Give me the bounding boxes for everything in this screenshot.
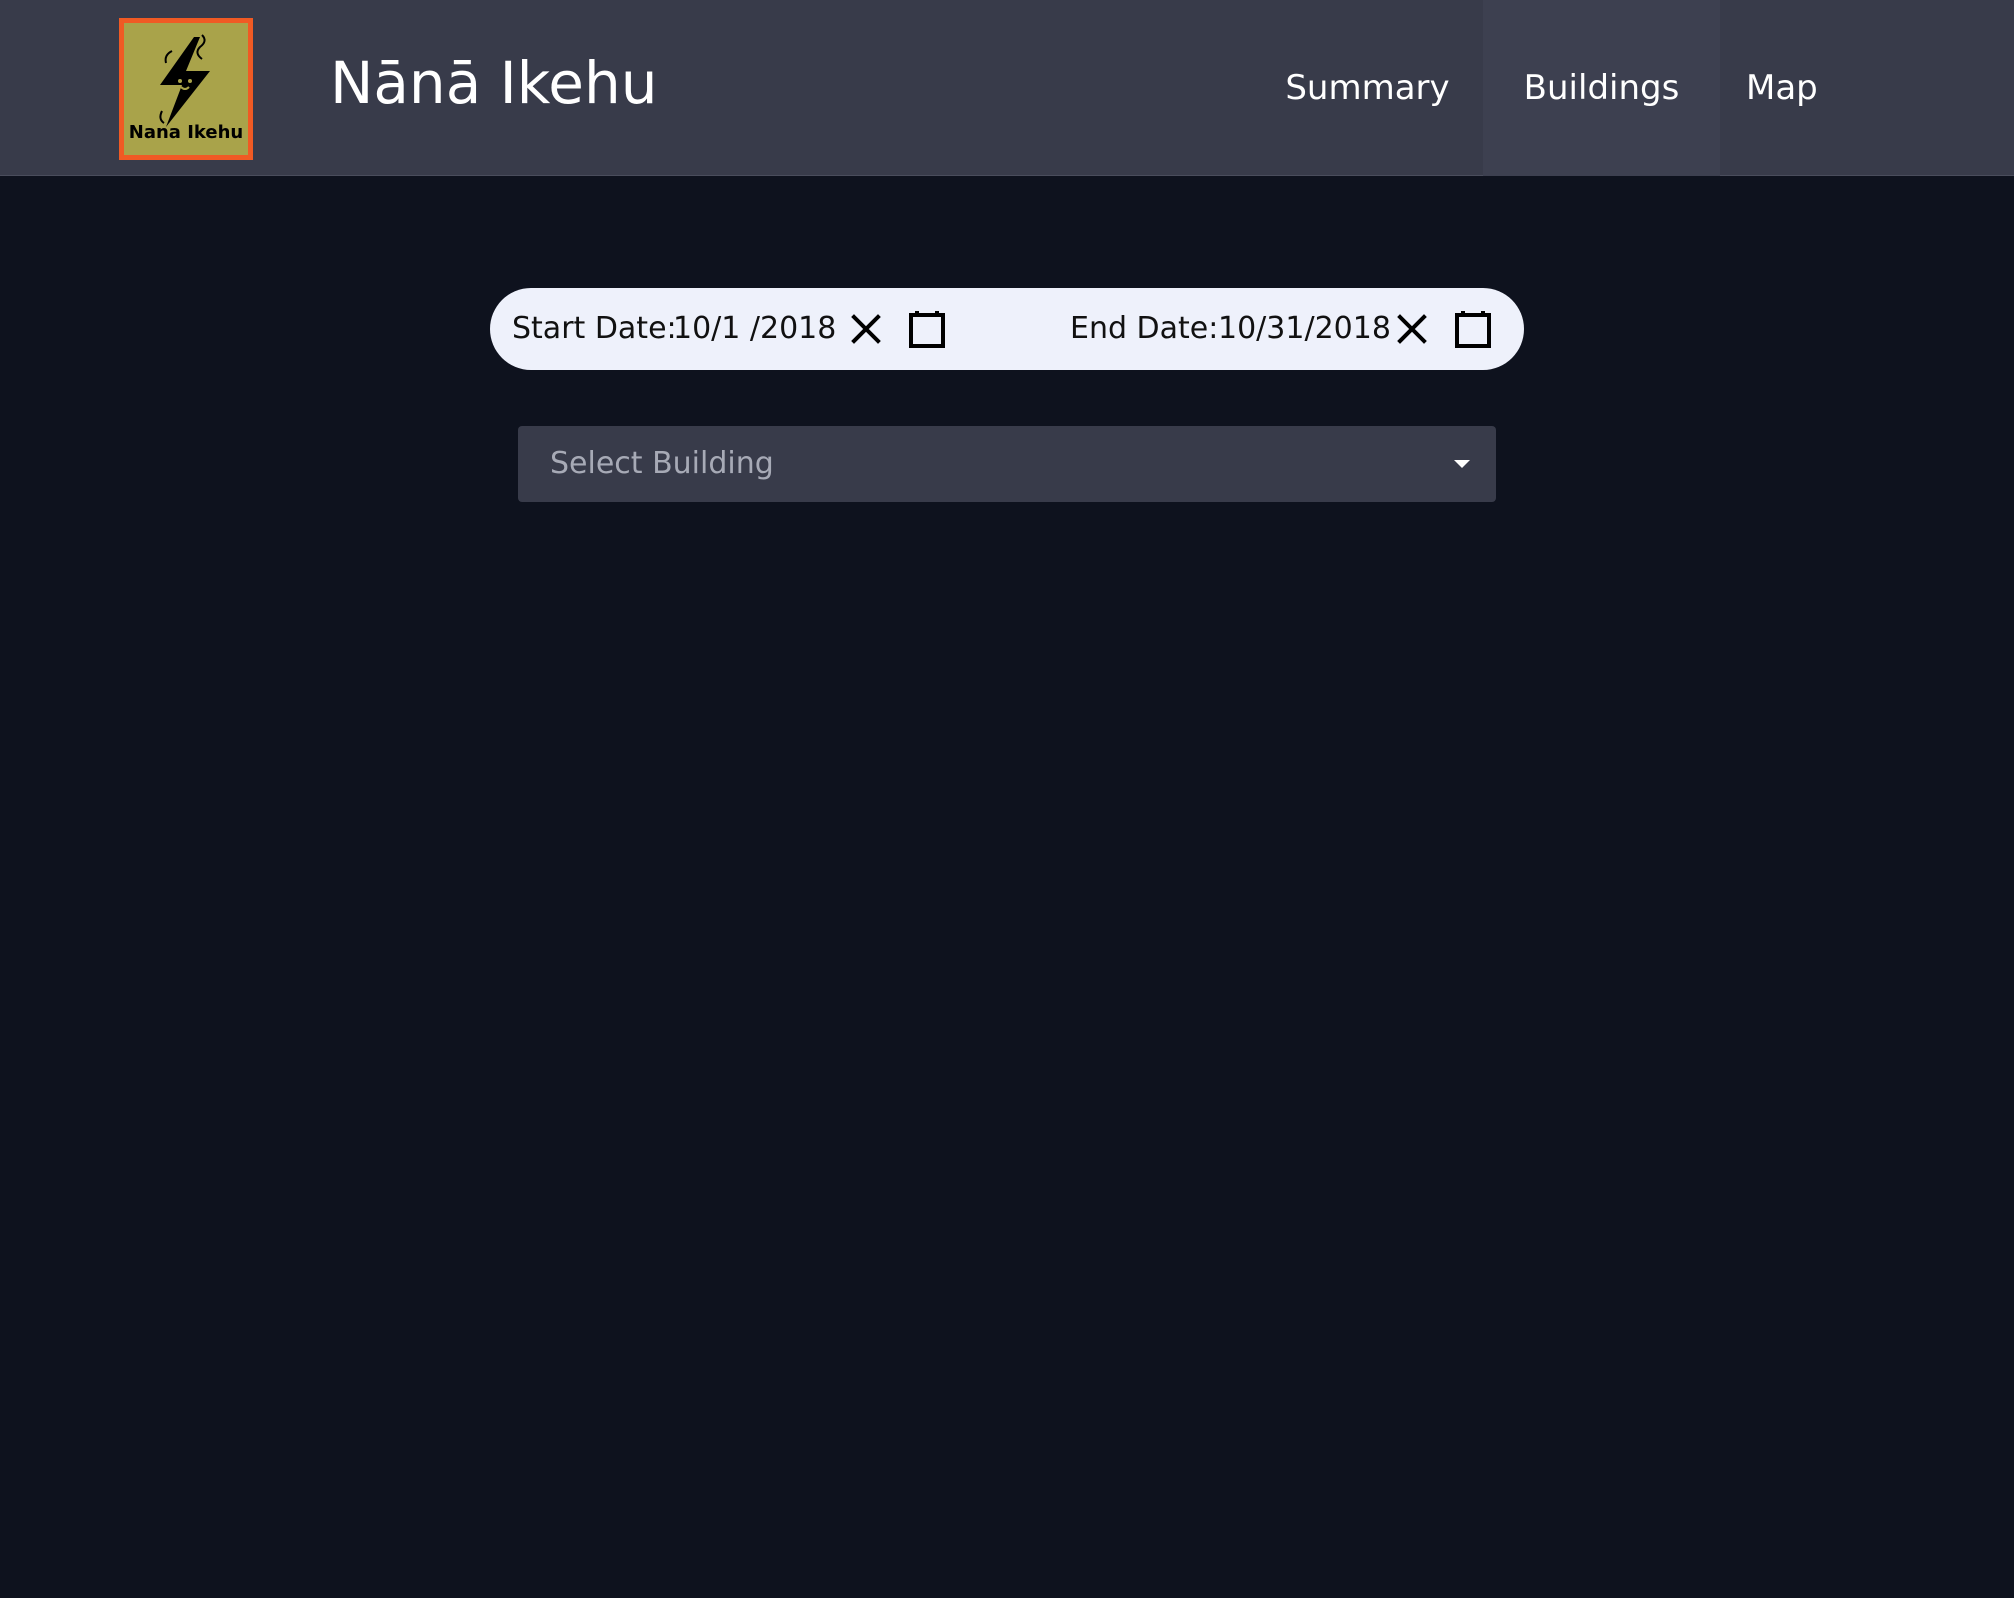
top-navbar: Nana Ikehu Nānā Ikehu Summary Buildings …	[0, 0, 2014, 176]
logo-wordmark: Nana Ikehu	[128, 122, 244, 143]
start-date-input[interactable]: 10/1 /2018	[673, 288, 836, 370]
app-logo[interactable]: Nana Ikehu	[119, 18, 253, 160]
start-date-calendar-button[interactable]	[906, 308, 948, 350]
logo-badge: Nana Ikehu	[124, 23, 248, 155]
page: Nana Ikehu Nānā Ikehu Summary Buildings …	[0, 0, 2014, 1598]
nav-map[interactable]: Map	[1720, 0, 1882, 176]
nav-summary[interactable]: Summary	[1242, 0, 1483, 176]
caret-down-icon	[1454, 460, 1470, 468]
date-range-picker: Start Date: 10/1 /2018 End Date: 10/31/2…	[490, 288, 1524, 370]
end-date-calendar-button[interactable]	[1452, 308, 1494, 350]
start-date-clear-button[interactable]	[845, 308, 887, 350]
close-icon	[851, 314, 881, 344]
building-select[interactable]: Select Building	[518, 426, 1496, 502]
close-icon	[1397, 314, 1427, 344]
calendar-icon	[909, 311, 945, 348]
calendar-icon	[1455, 311, 1491, 348]
nav-buildings[interactable]: Buildings	[1483, 0, 1720, 176]
app-title: Nānā Ikehu	[330, 49, 658, 117]
start-date-label: Start Date:	[512, 311, 677, 346]
building-select-placeholder: Select Building	[550, 446, 774, 481]
end-date-clear-button[interactable]	[1391, 308, 1433, 350]
end-date-label: End Date:	[1070, 311, 1219, 346]
end-date-input[interactable]: 10/31/2018	[1218, 288, 1391, 370]
nav-links: Summary Buildings Map	[1242, 0, 2014, 176]
